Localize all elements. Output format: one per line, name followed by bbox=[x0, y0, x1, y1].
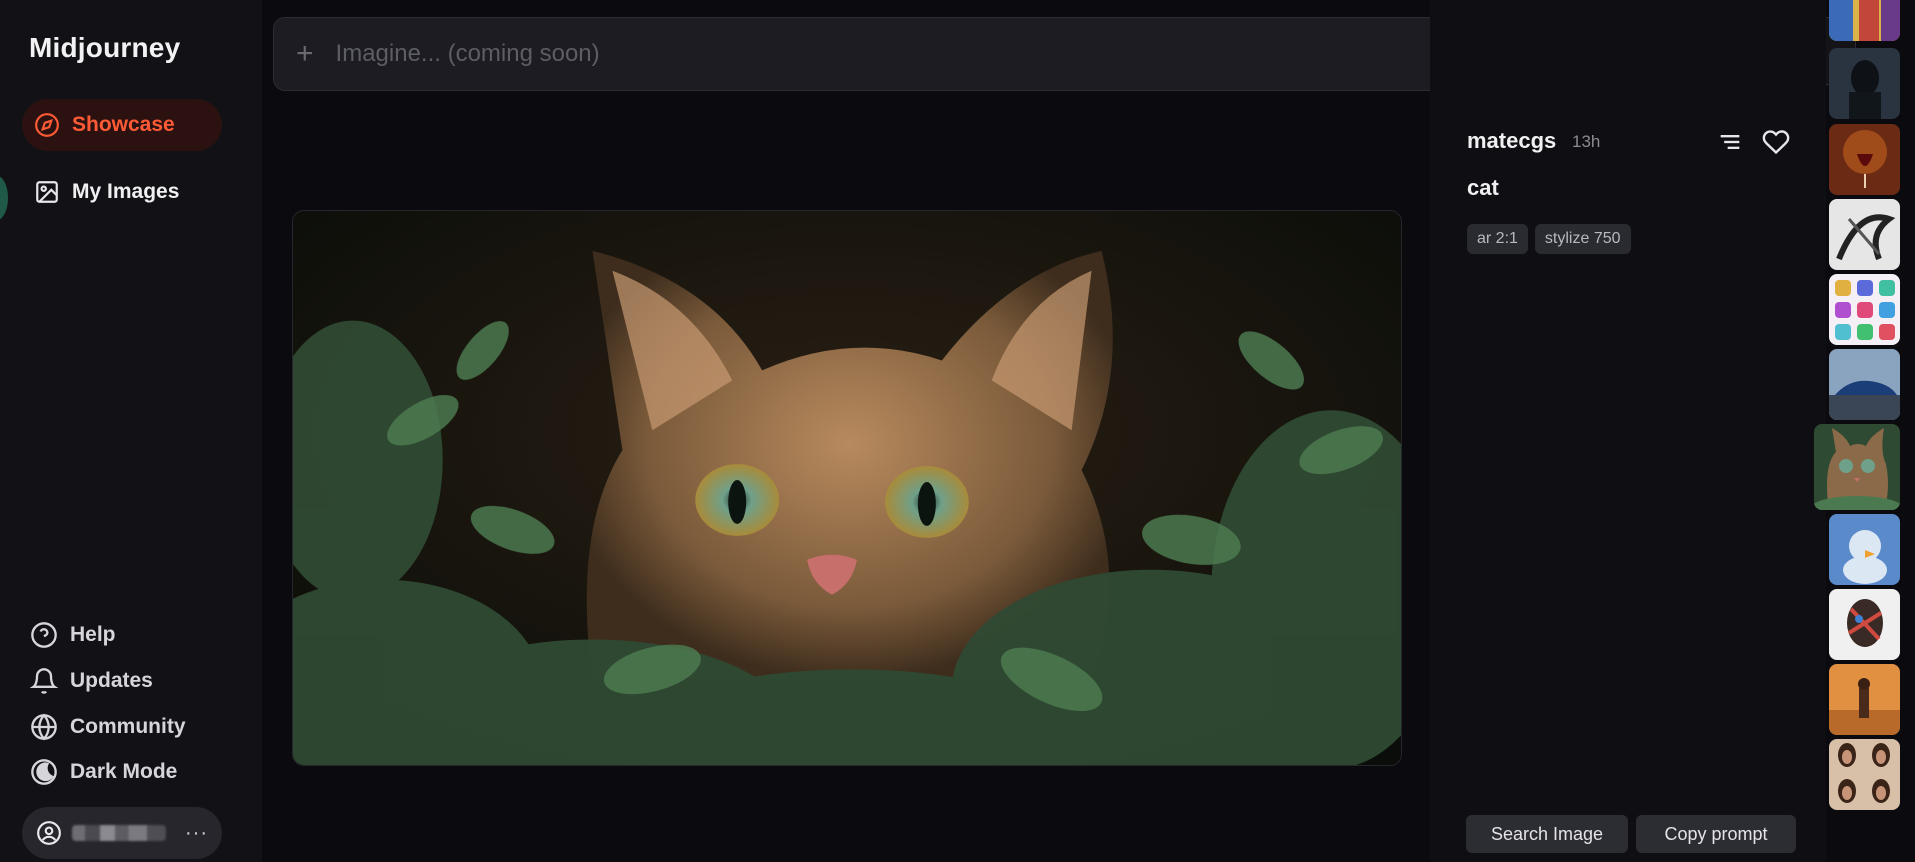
tag-aspect-ratio: ar 2:1 bbox=[1467, 224, 1528, 254]
prompt-text: cat bbox=[1467, 175, 1499, 200]
thumb-blue-car[interactable] bbox=[1829, 349, 1900, 420]
tag-stylize: stylize 750 bbox=[1534, 224, 1631, 254]
nav-my-images-label: My Images bbox=[72, 180, 180, 203]
nav-help[interactable]: Help bbox=[30, 621, 116, 649]
thumb-colorful-pattern[interactable] bbox=[1829, 0, 1900, 41]
post-age: 13h bbox=[1572, 132, 1601, 151]
user-circle-icon bbox=[37, 821, 61, 845]
thumb-dark-figure[interactable] bbox=[1829, 48, 1900, 119]
sidebar: Midjourney Showcase My Images Help Updat… bbox=[0, 0, 262, 862]
search-image-button[interactable]: Search Image bbox=[1466, 815, 1628, 853]
thumb-colorful-icons[interactable] bbox=[1829, 274, 1900, 345]
list-icon[interactable] bbox=[1716, 128, 1744, 156]
nav-dark-mode-label: Dark Mode bbox=[70, 760, 178, 783]
thumb-wine-glass[interactable] bbox=[1829, 124, 1900, 195]
bell-icon bbox=[30, 668, 58, 694]
globe-icon bbox=[31, 713, 57, 741]
thumb-portrait-grid[interactable] bbox=[1829, 739, 1900, 810]
detail-panel: matecgs 13h cat ar 2:1 stylize 750 Searc… bbox=[1430, 0, 1826, 862]
moon-icon bbox=[31, 759, 57, 785]
more-options-button[interactable]: ··· bbox=[185, 822, 208, 845]
image-icon bbox=[36, 181, 58, 203]
author-name[interactable]: matecgs bbox=[1467, 128, 1556, 154]
heart-icon[interactable] bbox=[1762, 128, 1790, 156]
compass-icon bbox=[35, 113, 59, 137]
nav-my-images[interactable]: My Images bbox=[22, 166, 222, 218]
cat-image bbox=[293, 211, 1401, 765]
help-circle-icon bbox=[31, 622, 57, 648]
parameter-tags: ar 2:1 stylize 750 bbox=[1467, 224, 1631, 254]
thumb-cat[interactable] bbox=[1814, 424, 1900, 510]
plus-icon[interactable]: + bbox=[296, 39, 314, 69]
thumb-graffiti-portrait[interactable] bbox=[1829, 589, 1900, 660]
account-menu[interactable]: ··· bbox=[22, 807, 222, 859]
nav-updates-label: Updates bbox=[70, 669, 153, 692]
nav-dark-mode[interactable]: Dark Mode bbox=[30, 758, 177, 786]
side-indicator bbox=[0, 176, 8, 220]
thumb-duck-toy[interactable] bbox=[1829, 514, 1900, 585]
nav-help-label: Help bbox=[70, 623, 116, 646]
nav-showcase[interactable]: Showcase bbox=[22, 99, 222, 151]
copy-prompt-button[interactable]: Copy prompt bbox=[1636, 815, 1796, 853]
nav-updates[interactable]: Updates bbox=[30, 667, 153, 695]
main-image[interactable] bbox=[292, 210, 1402, 766]
nav-community-label: Community bbox=[70, 715, 186, 738]
username-blurred bbox=[72, 825, 166, 841]
nav-showcase-label: Showcase bbox=[72, 113, 175, 136]
thumb-desert-scene[interactable] bbox=[1829, 664, 1900, 735]
nav-community[interactable]: Community bbox=[30, 713, 186, 741]
brand-logo[interactable]: Midjourney bbox=[29, 32, 180, 64]
thumb-ink-sketch[interactable] bbox=[1829, 199, 1900, 270]
